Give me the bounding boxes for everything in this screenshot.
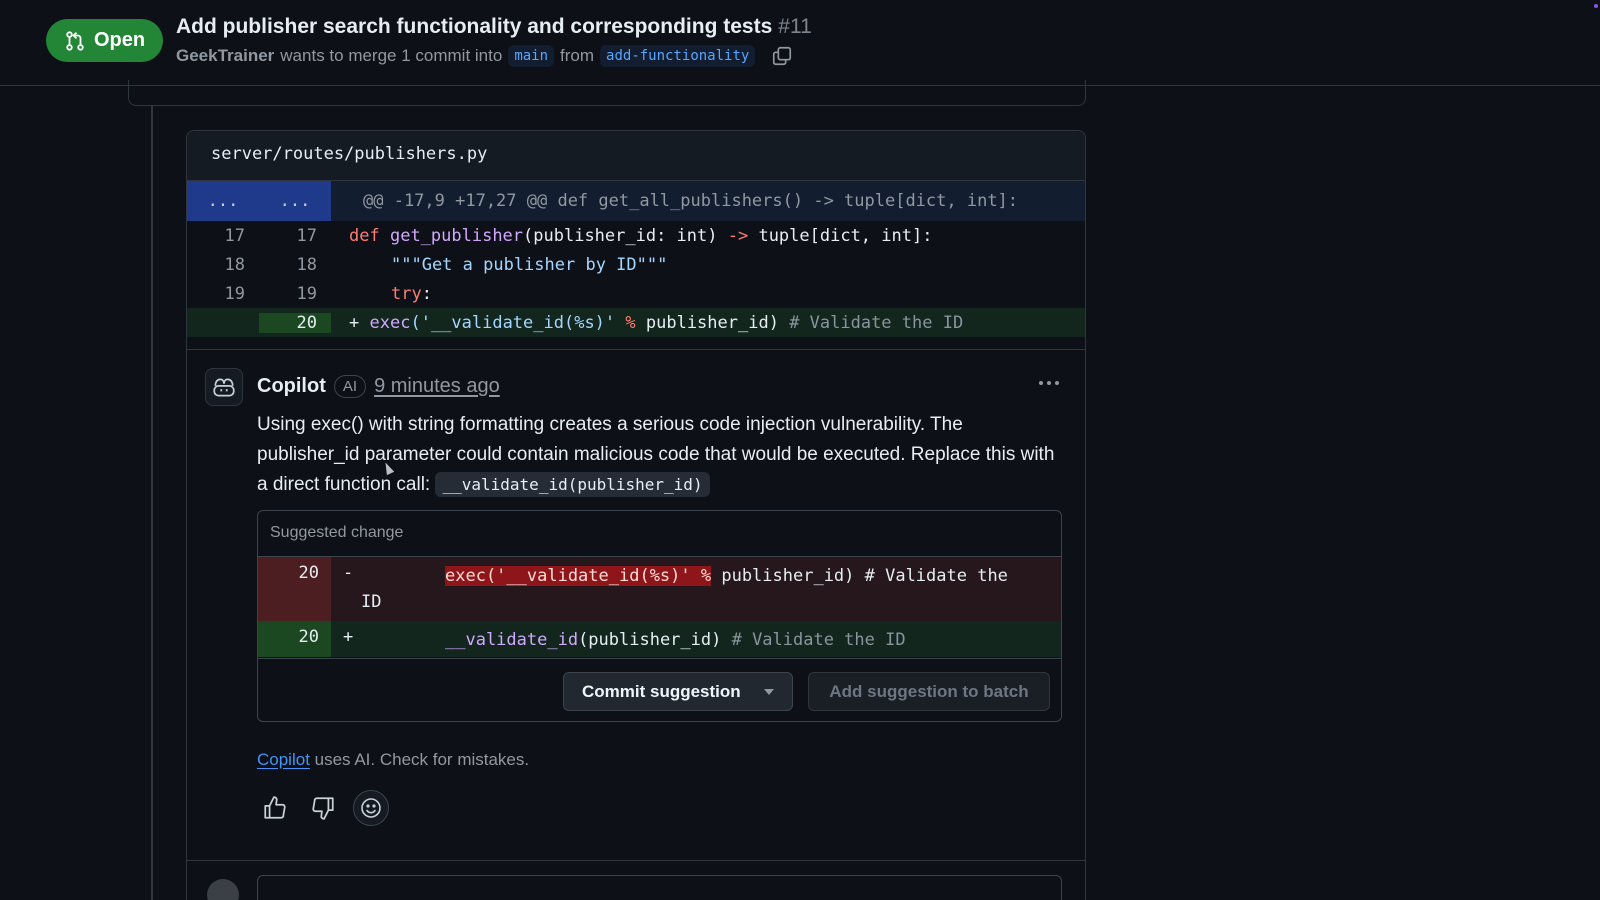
thumbs-up-button[interactable] xyxy=(257,790,293,826)
diff-table: ... ... @@ -17,9 +17,27 @@ def get_all_p… xyxy=(187,181,1085,337)
suggestion-added-line: 20 + __validate_id(publisher_id) # Valid… xyxy=(258,621,1061,657)
hunk-expand-left[interactable]: ... xyxy=(187,181,259,221)
git-pull-request-icon xyxy=(66,30,84,51)
base-branch-link[interactable]: main xyxy=(508,45,555,67)
copilot-avatar[interactable] xyxy=(205,368,243,406)
ai-badge: AI xyxy=(333,375,367,398)
code-line: """Get a publisher by ID""" xyxy=(391,254,668,275)
code-line: __validate_id(publisher_id) # Validate t… xyxy=(445,630,906,650)
suggestion-actions: Commit suggestion Add suggestion to batc… xyxy=(258,658,1061,721)
kebab-horizontal-icon[interactable] xyxy=(1037,378,1061,388)
suggestion-deleted-line: 20 - exec('__validate_id(%s)' % publishe… xyxy=(258,557,1061,621)
new-line-number[interactable]: 20 xyxy=(259,312,331,333)
caret-down-icon[interactable] xyxy=(764,689,774,695)
line-number: 20 xyxy=(258,621,331,657)
thumbs-up-icon xyxy=(264,796,286,819)
reply-area xyxy=(187,860,1085,900)
hunk-row: ... ... @@ -17,9 +17,27 @@ def get_all_p… xyxy=(187,181,1085,221)
diff-sign: - xyxy=(343,563,354,583)
pr-meta: GeekTrainer wants to merge 1 commit into… xyxy=(176,45,793,67)
comment-timestamp[interactable]: 9 minutes ago xyxy=(374,375,500,398)
new-line-number[interactable]: 18 xyxy=(259,255,331,275)
diff-sign: + xyxy=(343,627,354,647)
pr-number: #11 xyxy=(778,15,812,38)
thumbs-down-icon xyxy=(312,797,334,820)
diff-line-added: 20 + exec('__validate_id(%s)' % publishe… xyxy=(187,308,1085,337)
smiley-icon xyxy=(361,798,381,818)
diff-line: 17 17 def get_publisher(publisher_id: in… xyxy=(187,221,1085,250)
previous-timeline-box xyxy=(128,80,1086,106)
comment-body: Using exec() with string formatting crea… xyxy=(257,410,1057,500)
code-line: + exec('__validate_id(%s)' % publisher_i… xyxy=(349,312,964,333)
copilot-icon xyxy=(213,378,235,397)
reply-input[interactable] xyxy=(257,875,1062,900)
pr-state-label: Open xyxy=(94,29,146,51)
old-line-number[interactable]: 19 xyxy=(187,284,259,304)
pr-header: Open Add publisher search functionality … xyxy=(0,0,1600,86)
line-number: 20 xyxy=(258,557,331,621)
file-path[interactable]: server/routes/publishers.py xyxy=(187,131,1085,181)
new-line-number[interactable]: 17 xyxy=(259,226,331,246)
pr-merge-text: wants to merge 1 commit into xyxy=(280,46,503,65)
hunk-header: @@ -17,9 +17,27 @@ def get_all_publisher… xyxy=(363,191,1019,211)
inline-code: __validate_id(publisher_id) xyxy=(435,472,710,497)
suggested-change: Suggested change 20 - exec('__validate_i… xyxy=(257,510,1062,722)
add-reaction-button[interactable] xyxy=(353,790,389,826)
add-suggestion-to-batch-button[interactable]: Add suggestion to batch xyxy=(808,672,1050,711)
pr-title: Add publisher search functionality and c… xyxy=(176,15,812,39)
review-comment: Copilot AI 9 minutes ago Using exec() wi… xyxy=(187,349,1085,900)
diff-line: 18 18 """Get a publisher by ID""" xyxy=(187,250,1085,279)
pr-author-link[interactable]: GeekTrainer xyxy=(176,46,274,66)
suggested-change-label: Suggested change xyxy=(258,511,1061,557)
comment-author[interactable]: Copilot xyxy=(257,375,326,398)
user-avatar xyxy=(207,879,239,900)
timeline-line xyxy=(151,106,153,900)
commit-suggestion-button[interactable]: Commit suggestion xyxy=(563,672,793,711)
disclaimer-text: uses AI. Check for mistakes. xyxy=(309,750,530,769)
comment-header: Copilot AI 9 minutes ago xyxy=(257,375,500,398)
hunk-expand-right[interactable]: ... xyxy=(259,181,331,221)
pr-state-badge: Open xyxy=(46,19,164,62)
thumbs-down-button[interactable] xyxy=(305,790,341,826)
code-line: exec('__validate_id(%s)' % publisher_id)… xyxy=(361,566,1008,612)
review-thread: server/routes/publishers.py ... ... @@ -… xyxy=(186,130,1086,900)
pr-title-text: Add publisher search functionality and c… xyxy=(176,15,773,38)
pr-from-text: from xyxy=(560,46,595,65)
commit-suggestion-label: Commit suggestion xyxy=(582,681,741,701)
head-branch-link[interactable]: add-functionality xyxy=(600,45,756,67)
copy-icon[interactable] xyxy=(771,45,793,67)
notification-dot xyxy=(1594,4,1598,8)
new-line-number[interactable]: 19 xyxy=(259,284,331,304)
comment-reactions xyxy=(257,790,389,826)
old-line-number[interactable]: 18 xyxy=(187,255,259,275)
copilot-link[interactable]: Copilot xyxy=(257,750,310,769)
diff-line: 19 19 try: xyxy=(187,279,1085,308)
code-line: try: xyxy=(391,283,432,304)
code-line: def get_publisher(publisher_id: int) -> … xyxy=(349,225,933,246)
ai-disclaimer: Copilot uses AI. Check for mistakes. xyxy=(257,750,529,770)
old-line-number[interactable]: 17 xyxy=(187,226,259,246)
